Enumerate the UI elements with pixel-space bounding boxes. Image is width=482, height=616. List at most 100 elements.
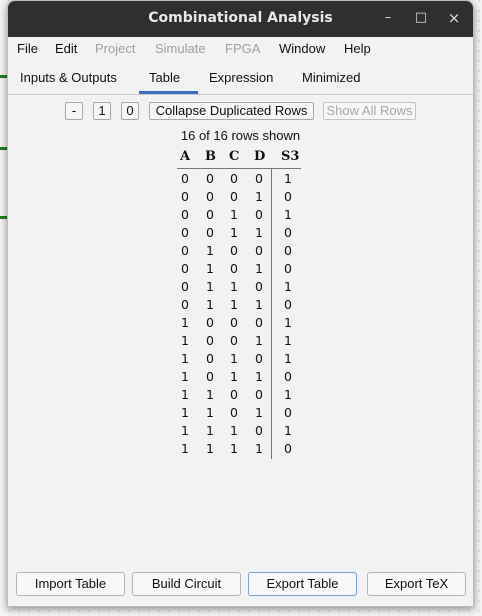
input-cell: 0: [206, 225, 214, 240]
active-tab-indicator: [139, 91, 198, 94]
close-icon[interactable]: ×: [445, 9, 463, 27]
output-cell[interactable]: 1: [284, 423, 292, 438]
output-cell[interactable]: 0: [284, 225, 292, 240]
output-cell[interactable]: 0: [284, 441, 292, 456]
output-cell[interactable]: 1: [284, 171, 292, 186]
output-cell[interactable]: 0: [284, 405, 292, 420]
menu-window[interactable]: Window: [279, 41, 325, 56]
input-cell: 0: [230, 171, 238, 186]
output-cell[interactable]: 0: [284, 189, 292, 204]
input-cell: 1: [230, 279, 238, 294]
maximize-icon[interactable]: □: [412, 9, 430, 27]
title-bar: Combinational Analysis – □ ×: [8, 1, 473, 37]
column-header-s3: S3: [281, 149, 300, 164]
output-divider: [271, 169, 272, 459]
collapse-duplicated-rows-button[interactable]: Collapse Duplicated Rows: [149, 102, 314, 120]
input-cell: 0: [181, 207, 189, 222]
output-cell[interactable]: 0: [284, 369, 292, 384]
input-cell: 1: [230, 351, 238, 366]
tab-table[interactable]: Table: [149, 70, 180, 85]
input-cell: 0: [255, 279, 263, 294]
tab-expression[interactable]: Expression: [209, 70, 273, 85]
input-cell: 1: [255, 225, 263, 240]
menu-edit[interactable]: Edit: [55, 41, 77, 56]
output-cell[interactable]: 0: [284, 297, 292, 312]
show-all-rows-button[interactable]: Show All Rows: [323, 102, 416, 120]
window-title: Combinational Analysis: [148, 10, 333, 26]
output-cell[interactable]: 1: [284, 315, 292, 330]
input-cell: 1: [181, 333, 189, 348]
output-cell[interactable]: 1: [284, 333, 292, 348]
input-cell: 0: [206, 369, 214, 384]
input-cell: 0: [181, 297, 189, 312]
input-cell: 0: [230, 333, 238, 348]
input-cell: 1: [181, 405, 189, 420]
input-cell: 0: [206, 351, 214, 366]
input-cell: 0: [181, 261, 189, 276]
tab-minimized[interactable]: Minimized: [302, 70, 361, 85]
dont-care-button[interactable]: -: [65, 102, 83, 120]
tab-bar: Inputs & Outputs Table Expression Minimi…: [8, 62, 473, 95]
set-zero-button[interactable]: 0: [121, 102, 139, 120]
column-header-d: D: [254, 149, 266, 164]
input-cell: 0: [230, 315, 238, 330]
input-cell: 0: [255, 171, 263, 186]
menu-file[interactable]: File: [17, 41, 38, 56]
input-cell: 1: [230, 225, 238, 240]
output-cell[interactable]: 1: [284, 207, 292, 222]
input-cell: 0: [181, 243, 189, 258]
input-cell: 1: [255, 369, 263, 384]
build-circuit-button[interactable]: Build Circuit: [132, 572, 241, 596]
input-cell: 1: [230, 207, 238, 222]
input-cell: 1: [206, 279, 214, 294]
input-cell: 0: [206, 207, 214, 222]
input-cell: 0: [255, 207, 263, 222]
export-table-button[interactable]: Export Table: [248, 572, 357, 596]
input-cell: 1: [181, 315, 189, 330]
import-table-button[interactable]: Import Table: [16, 572, 125, 596]
input-cell: 0: [255, 243, 263, 258]
input-cell: 0: [230, 243, 238, 258]
input-cell: 1: [255, 441, 263, 456]
input-cell: 1: [255, 261, 263, 276]
input-cell: 1: [230, 369, 238, 384]
input-cell: 1: [255, 405, 263, 420]
input-cell: 1: [181, 423, 189, 438]
menu-project[interactable]: Project: [95, 41, 135, 56]
header-divider: [177, 168, 301, 169]
input-cell: 1: [206, 405, 214, 420]
input-cell: 1: [206, 243, 214, 258]
input-cell: 1: [206, 441, 214, 456]
input-cell: 1: [255, 297, 263, 312]
input-cell: 1: [255, 189, 263, 204]
menu-bar: File Edit Project Simulate FPGA Window H…: [8, 38, 473, 61]
output-cell[interactable]: 0: [284, 243, 292, 258]
input-cell: 1: [206, 261, 214, 276]
input-cell: 0: [181, 279, 189, 294]
menu-fpga[interactable]: FPGA: [225, 41, 260, 56]
input-cell: 1: [181, 369, 189, 384]
menu-simulate[interactable]: Simulate: [155, 41, 206, 56]
output-cell[interactable]: 1: [284, 279, 292, 294]
input-cell: 1: [206, 387, 214, 402]
input-cell: 1: [230, 297, 238, 312]
column-header-a: A: [180, 149, 191, 164]
menu-help[interactable]: Help: [344, 41, 371, 56]
input-cell: 1: [230, 423, 238, 438]
input-cell: 0: [206, 171, 214, 186]
input-cell: 0: [255, 351, 263, 366]
input-cell: 1: [206, 423, 214, 438]
set-one-button[interactable]: 1: [93, 102, 111, 120]
output-cell[interactable]: 1: [284, 351, 292, 366]
output-cell[interactable]: 0: [284, 261, 292, 276]
tab-inputs-outputs[interactable]: Inputs & Outputs: [20, 70, 117, 85]
minimize-icon[interactable]: –: [379, 9, 397, 27]
input-cell: 0: [230, 261, 238, 276]
input-cell: 0: [181, 225, 189, 240]
input-cell: 0: [255, 315, 263, 330]
output-cell[interactable]: 1: [284, 387, 292, 402]
input-cell: 0: [206, 333, 214, 348]
column-header-b: B: [205, 149, 216, 164]
input-cell: 0: [255, 423, 263, 438]
export-tex-button[interactable]: Export TeX: [367, 572, 466, 596]
